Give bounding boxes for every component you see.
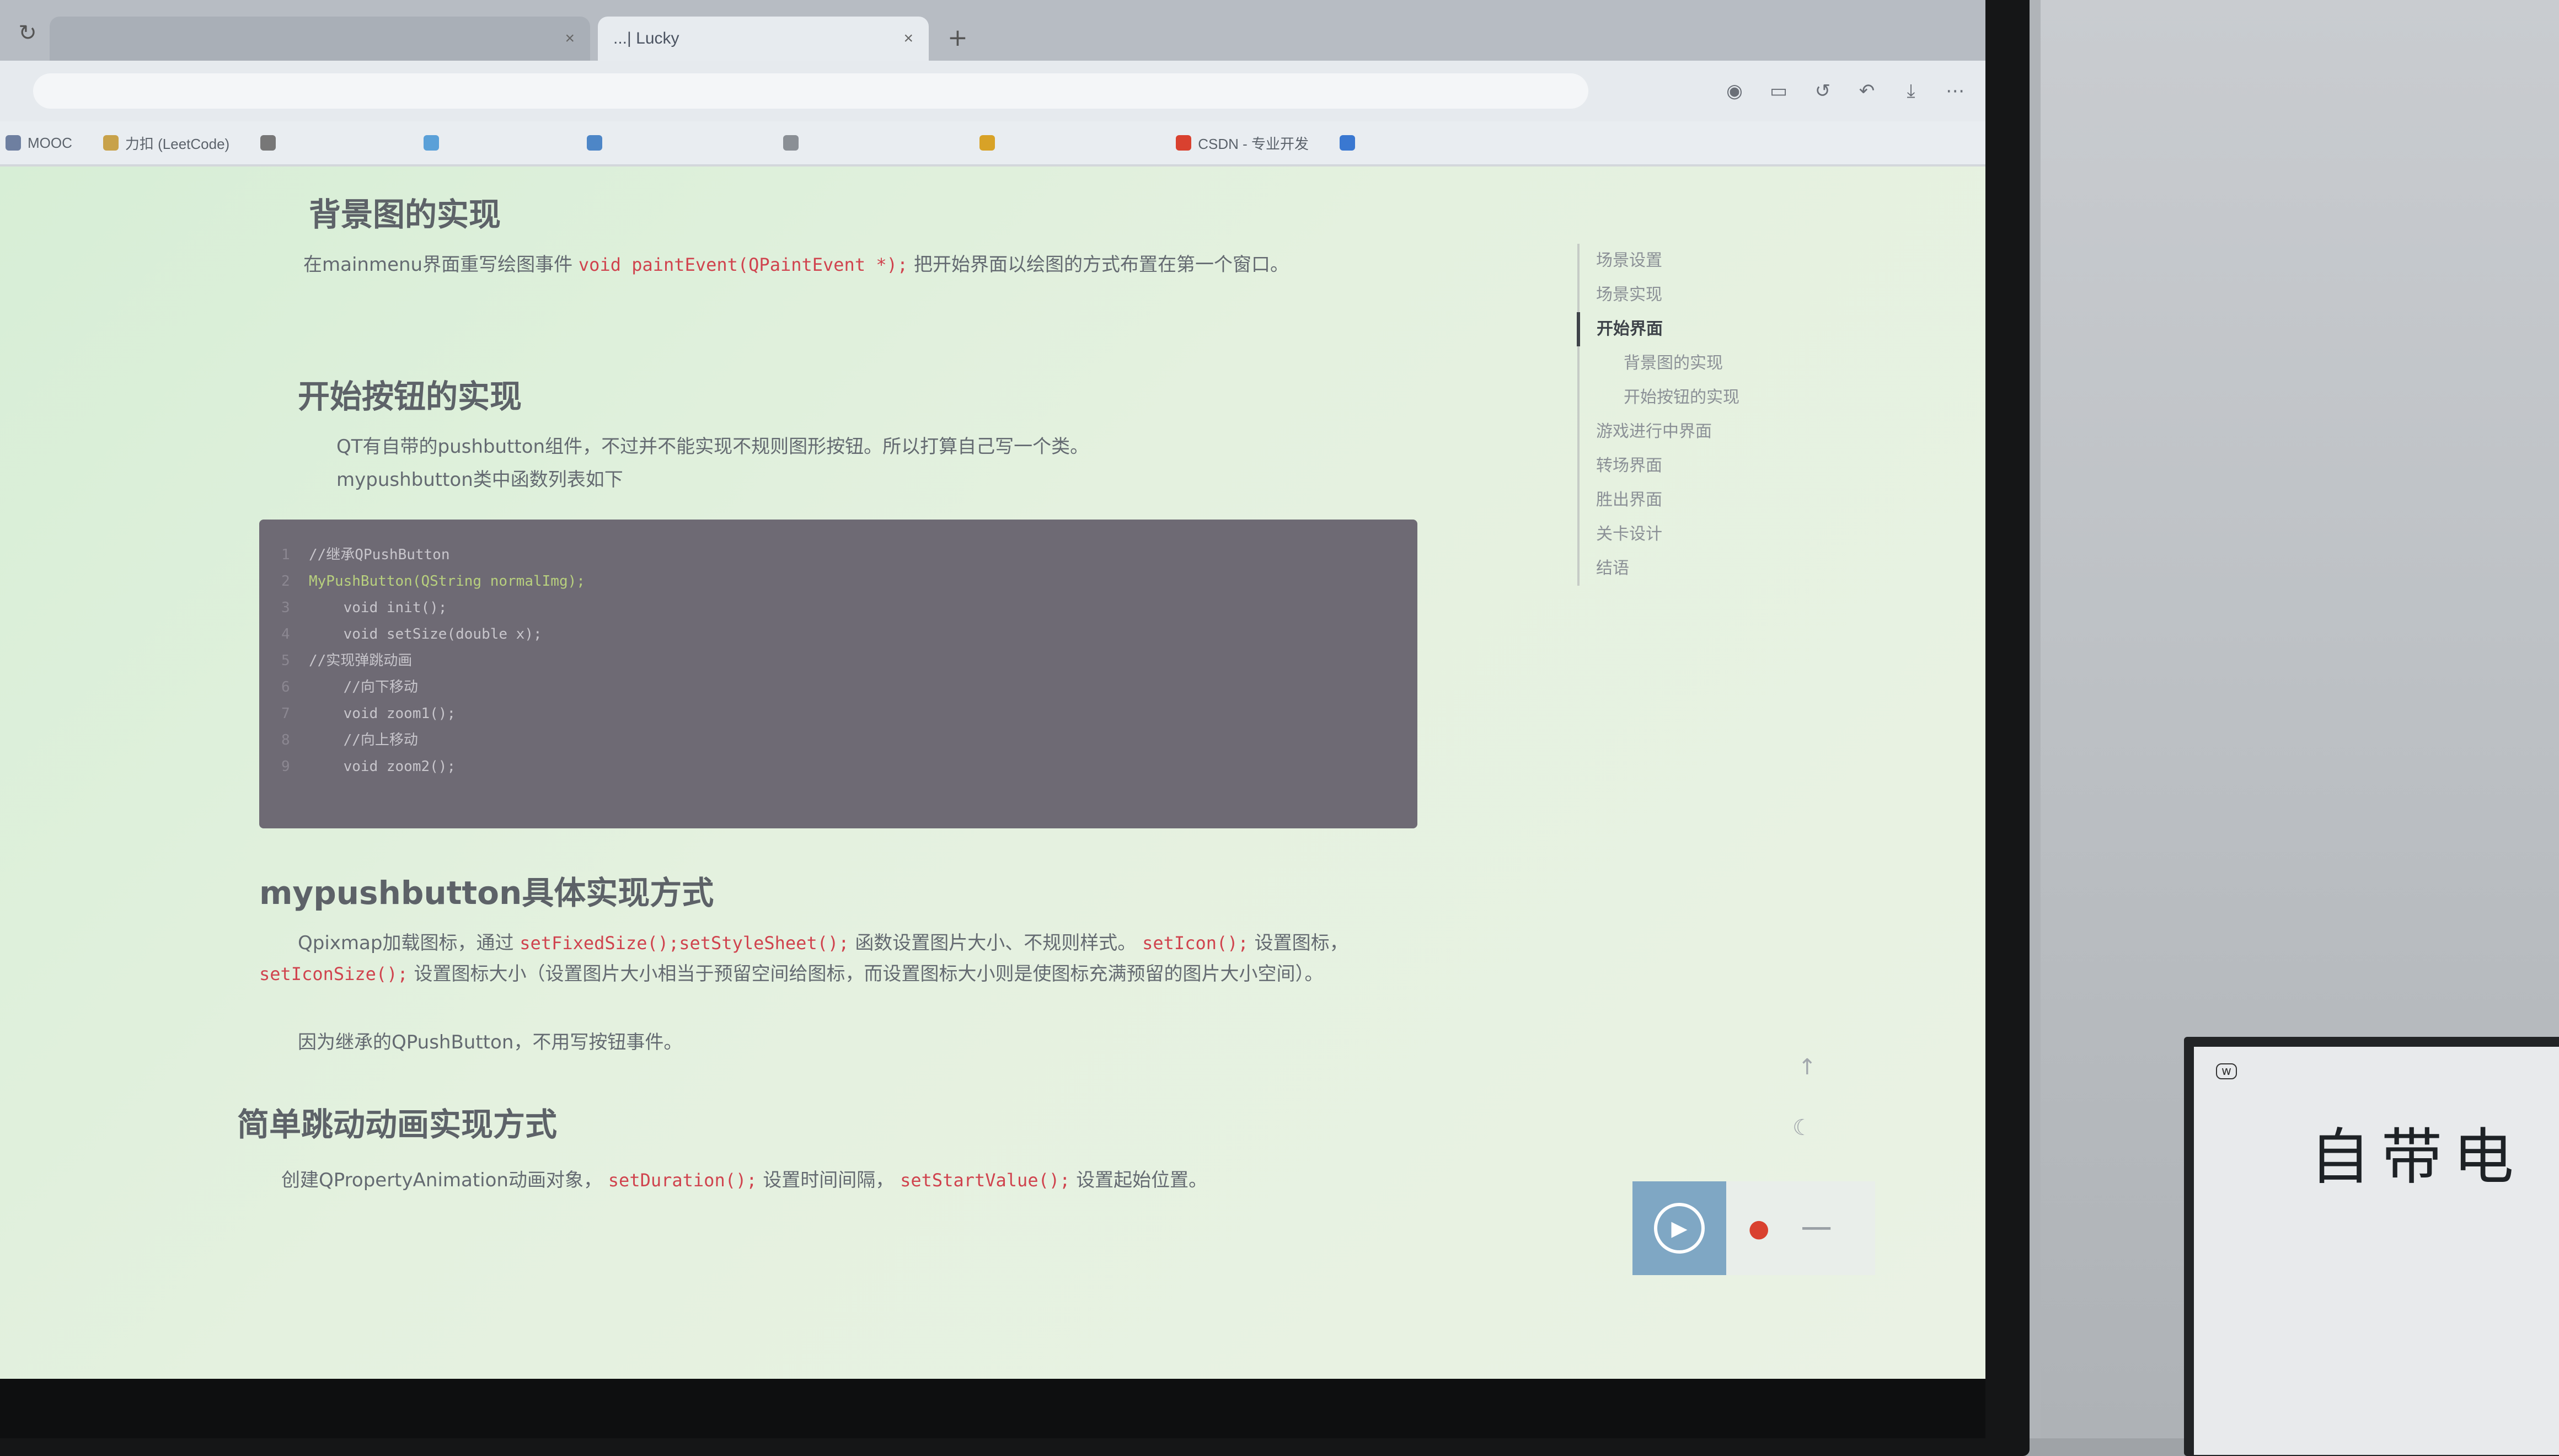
bookmark-icon xyxy=(424,135,440,151)
tab-1[interactable]: × xyxy=(50,17,590,61)
code-line: 4 void setSize(double x); xyxy=(281,626,542,643)
bookmarks-bar: MOOC 力扣 (LeetCode) CSDN - 专业开发 xyxy=(0,121,1985,165)
download-icon[interactable]: ⤓ xyxy=(1897,80,1925,102)
whiteboard-frame: w 自带电 xyxy=(2184,1037,2559,1456)
theme-toggle-icon[interactable]: ☾ xyxy=(1792,1115,1812,1141)
bookmark-item[interactable]: MOOC xyxy=(6,135,72,152)
paragraph-mypushbutton: Qpixmap加载图标，通过 setFixedSize();setStyleSh… xyxy=(259,932,1348,985)
toc-item[interactable]: 关卡设计 xyxy=(1580,517,1833,552)
bookmark-icon xyxy=(6,135,21,151)
bookmark-item[interactable] xyxy=(783,135,949,151)
code-line: 2 MyPushButton(QString normalImg); xyxy=(281,573,585,590)
page-content: 背景图的实现 在mainmenu界面重写绘图事件 void paintEvent… xyxy=(0,167,1985,1379)
bookmark-icon xyxy=(260,135,276,151)
whiteboard: w 自带电 xyxy=(2194,1047,2559,1455)
bookmark-item[interactable] xyxy=(979,135,1145,151)
scroll-top-icon[interactable]: ↑ xyxy=(1798,1054,1817,1080)
table-of-contents: 场景设置 场景实现 开始界面 背景图的实现 开始按钮的实现 游戏进行中界面 转场… xyxy=(1577,244,1833,586)
record-icon[interactable]: ● xyxy=(1748,1214,1769,1243)
screen-icon[interactable]: ▭ xyxy=(1765,80,1792,102)
toc-subitem[interactable]: 开始按钮的实现 xyxy=(1580,381,1833,415)
toc-item[interactable]: 场景设置 xyxy=(1580,244,1833,278)
toc-item[interactable]: 转场界面 xyxy=(1580,449,1833,483)
bookmark-icon xyxy=(103,135,119,151)
bookmark-item[interactable] xyxy=(260,135,393,151)
heading-mypushbutton: mypushbutton具体实现方式 xyxy=(259,874,714,912)
toc-subitem[interactable]: 背景图的实现 xyxy=(1580,346,1833,381)
refresh-icon[interactable]: ↻ xyxy=(11,17,44,50)
code-block: 1//继承QPushButton 2 MyPushButton(QString n… xyxy=(259,520,1417,828)
whiteboard-handwriting: 自带电 xyxy=(2310,1122,2525,1192)
toc-item[interactable]: 游戏进行中界面 xyxy=(1580,415,1833,449)
code-line: 8 //向上移动 xyxy=(281,732,418,748)
history-icon[interactable]: ↺ xyxy=(1809,80,1837,102)
monitor-screen: ↻ × ...| Lucky × + ◉ ▭ ↺ ↶ ⤓ ⋯ MOOC 力扣 (… xyxy=(0,0,1985,1379)
paragraph-animation: 创建QPropertyAnimation动画对象， setDuration();… xyxy=(281,1169,1208,1191)
play-button[interactable]: ▶ xyxy=(1632,1181,1726,1275)
bookmark-icon xyxy=(1176,135,1192,151)
tab-label: ...| Lucky xyxy=(613,29,679,47)
paragraph-start-2: mypushbutton类中函数列表如下 xyxy=(336,469,623,491)
media-widget: ▶ ● ━━━ xyxy=(1632,1181,1875,1275)
bookmark-icon xyxy=(1339,135,1355,151)
tab-bar: ↻ × ...| Lucky × + xyxy=(0,0,1985,61)
bookmark-item[interactable]: 力扣 (LeetCode) xyxy=(103,133,229,153)
code-line: 5//实现弹跳动画 xyxy=(281,652,413,669)
close-icon[interactable]: × xyxy=(903,29,913,48)
address-bar[interactable] xyxy=(33,73,1588,109)
bookmark-icon xyxy=(979,135,995,151)
heading-background: 背景图的实现 xyxy=(309,196,501,233)
toc-item[interactable]: 场景实现 xyxy=(1580,278,1833,312)
code-line: 1//继承QPushButton xyxy=(281,547,450,563)
widget-text: ━━━ xyxy=(1802,1219,1830,1238)
paragraph-start-1: QT有自带的pushbutton组件，不过并不能实现不规则图形按钮。所以打算自己… xyxy=(336,436,1089,458)
extension-icon[interactable]: ◉ xyxy=(1721,80,1748,102)
paragraph-mypushbutton-2: 因为继承的QPushButton，不用写按钮事件。 xyxy=(298,1031,683,1053)
undo-icon[interactable]: ↶ xyxy=(1853,80,1881,102)
bookmark-icon xyxy=(587,135,603,151)
close-icon[interactable]: × xyxy=(565,29,575,48)
monitor-bottom-edge xyxy=(0,1379,1985,1438)
bookmark-item[interactable] xyxy=(587,135,752,151)
inline-code: void paintEvent(QPaintEvent *); xyxy=(578,254,908,275)
browser-toolbar: ◉ ▭ ↺ ↶ ⤓ ⋯ xyxy=(0,61,1985,121)
whiteboard-tag: w xyxy=(2216,1063,2237,1079)
new-tab-button[interactable]: + xyxy=(936,24,979,61)
bookmark-item[interactable]: CSDN - 专业开发 xyxy=(1176,133,1309,153)
more-icon[interactable]: ⋯ xyxy=(1941,80,1969,102)
code-line: 3 void init(); xyxy=(281,599,447,616)
paragraph-background: 在mainmenu界面重写绘图事件 void paintEvent(QPaint… xyxy=(303,254,1289,276)
bookmark-item[interactable] xyxy=(424,135,556,151)
heading-start-button: 开始按钮的实现 xyxy=(298,378,522,415)
code-line: 7 void zoom1(); xyxy=(281,705,456,722)
tab-2[interactable]: ...| Lucky × xyxy=(598,17,929,61)
toc-item[interactable]: 胜出界面 xyxy=(1580,483,1833,517)
code-line: 9 void zoom2(); xyxy=(281,758,456,775)
code-line: 6 //向下移动 xyxy=(281,679,418,695)
toc-item[interactable]: 结语 xyxy=(1580,552,1833,586)
heading-animation: 简单跳动动画实现方式 xyxy=(237,1106,558,1143)
bookmark-item[interactable] xyxy=(1339,135,1505,151)
play-icon: ▶ xyxy=(1654,1203,1705,1254)
toc-item-active[interactable]: 开始界面 xyxy=(1577,312,1833,346)
bookmark-icon xyxy=(783,135,799,151)
